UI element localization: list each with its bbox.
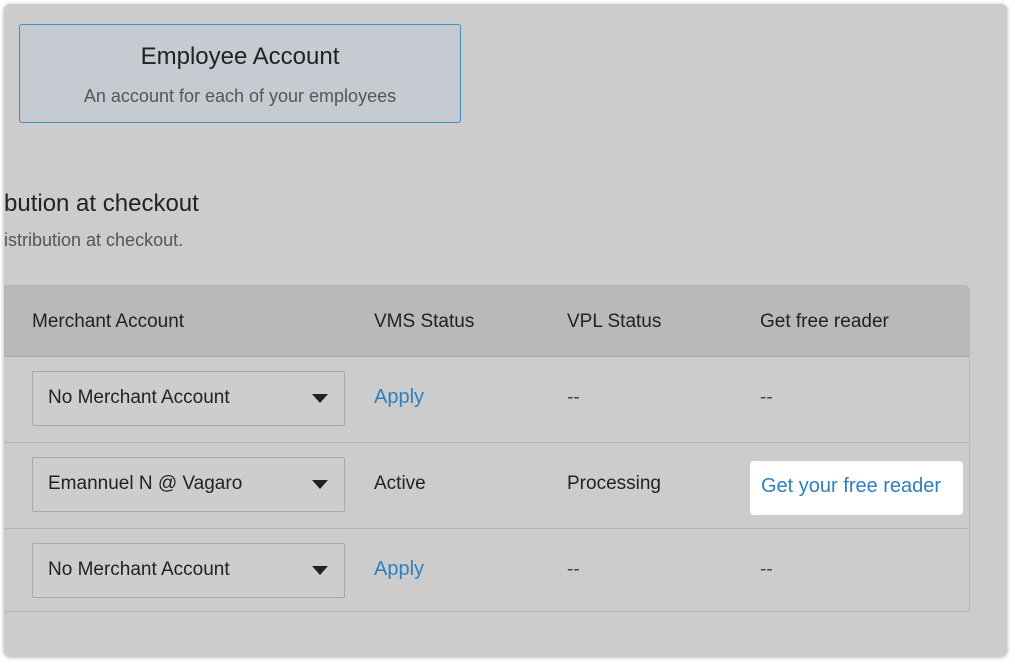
header-vpl-status: VPL Status [567,311,662,332]
vpl-status-value: -- [567,387,580,408]
employee-account-card[interactable]: Employee Account An account for each of … [19,24,461,123]
get-free-reader-label: Get your free reader [761,475,942,497]
account-card-subtitle: An account for each of your employees [83,86,397,106]
vms-apply-link[interactable]: Apply [374,558,424,581]
vms-status-value: Active [374,473,426,494]
table-row: Emannuel N @ Vagaro Active Processing Ge… [4,443,969,529]
vms-apply-link[interactable]: Apply [374,386,424,409]
get-free-reader-button[interactable]: Get your free reader [750,461,963,515]
section-subtext: istribution at checkout. [4,230,184,250]
table-row: No Merchant Account Apply -- -- [4,529,969,611]
table-row: No Merchant Account Apply -- -- [4,357,969,443]
header-get-free-reader: Get free reader [760,311,889,332]
header-merchant-account: Merchant Account [32,311,185,332]
reader-value: -- [760,387,773,408]
caret-down-icon [312,566,328,575]
merchant-account-select[interactable]: Emannuel N @ Vagaro [32,457,345,512]
caret-down-icon [312,394,328,403]
merchant-account-value: No Merchant Account [48,387,230,408]
merchant-account-select[interactable]: No Merchant Account [32,543,345,598]
merchant-account-value: No Merchant Account [48,559,230,580]
merchant-accounts-table: Merchant Account VMS Status VPL Status G… [4,285,970,612]
reader-value: -- [760,559,773,580]
vpl-status-value: -- [567,559,580,580]
table-header: Merchant Account VMS Status VPL Status G… [4,286,969,357]
account-card-title: Employee Account [140,43,340,70]
merchant-account-value: Emannuel N @ Vagaro [48,473,243,494]
merchant-account-select[interactable]: No Merchant Account [32,371,345,426]
section-heading: bution at checkout [4,190,199,217]
vpl-status-value: Processing [567,473,661,494]
dimmed-page-frame: Employee Account An account for each of … [4,4,1007,656]
header-vms-status: VMS Status [374,311,475,332]
caret-down-icon [312,480,328,489]
